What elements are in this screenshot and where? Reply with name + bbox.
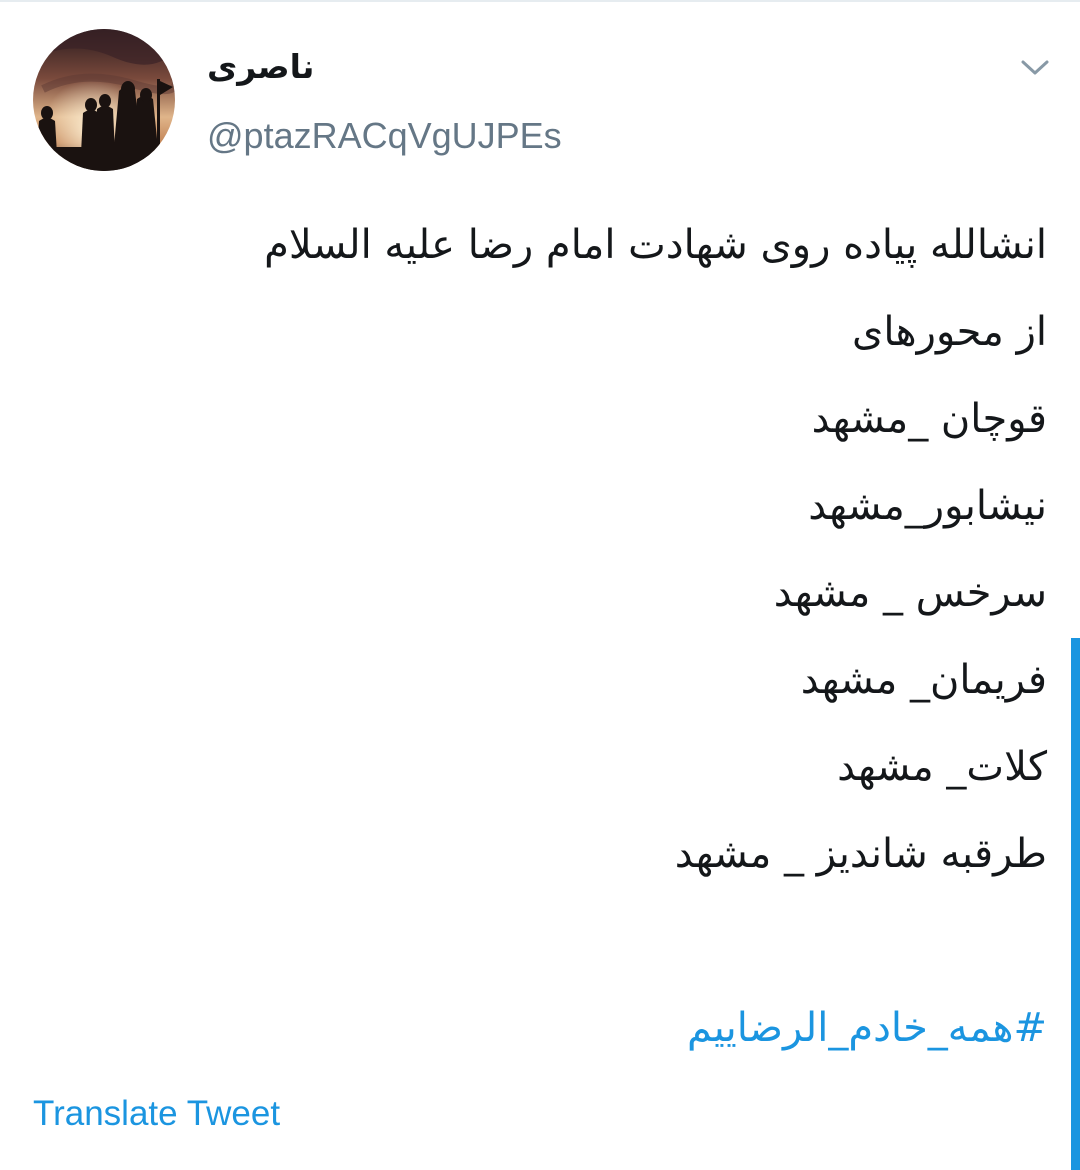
more-options-button[interactable] — [1014, 52, 1056, 84]
avatar-image — [33, 29, 175, 171]
chevron-down-icon — [1021, 60, 1049, 75]
top-divider — [0, 0, 1080, 2]
avatar[interactable] — [33, 29, 175, 171]
tweet-text: انشالله پیاده روی شهادت امام رضا علیه ال… — [37, 202, 1047, 1072]
tweet-line: نیشابور_مشهد — [808, 483, 1047, 529]
tweet-line: انشالله پیاده روی شهادت امام رضا علیه ال… — [264, 222, 1047, 268]
tweet-line: کلات_ مشهد — [837, 744, 1047, 790]
tweet-line: سرخس _ مشهد — [773, 570, 1047, 616]
translate-tweet-link[interactable]: Translate Tweet — [33, 1090, 280, 1138]
hashtag-link[interactable]: #همه_خادم_الرضاییم — [37, 985, 1047, 1072]
author-display-name[interactable]: ناصری — [207, 44, 314, 90]
tweet-line: فریمان_ مشهد — [800, 657, 1047, 703]
author-handle[interactable]: @ptazRACqVgUJPEs — [207, 112, 562, 160]
tweet-line: طرقبه شاندیز _ مشهد — [674, 831, 1047, 877]
scroll-indicator — [1071, 638, 1080, 1170]
tweet-line: قوچان _مشهد — [811, 396, 1047, 442]
tweet-line: از محورهای — [852, 309, 1047, 355]
